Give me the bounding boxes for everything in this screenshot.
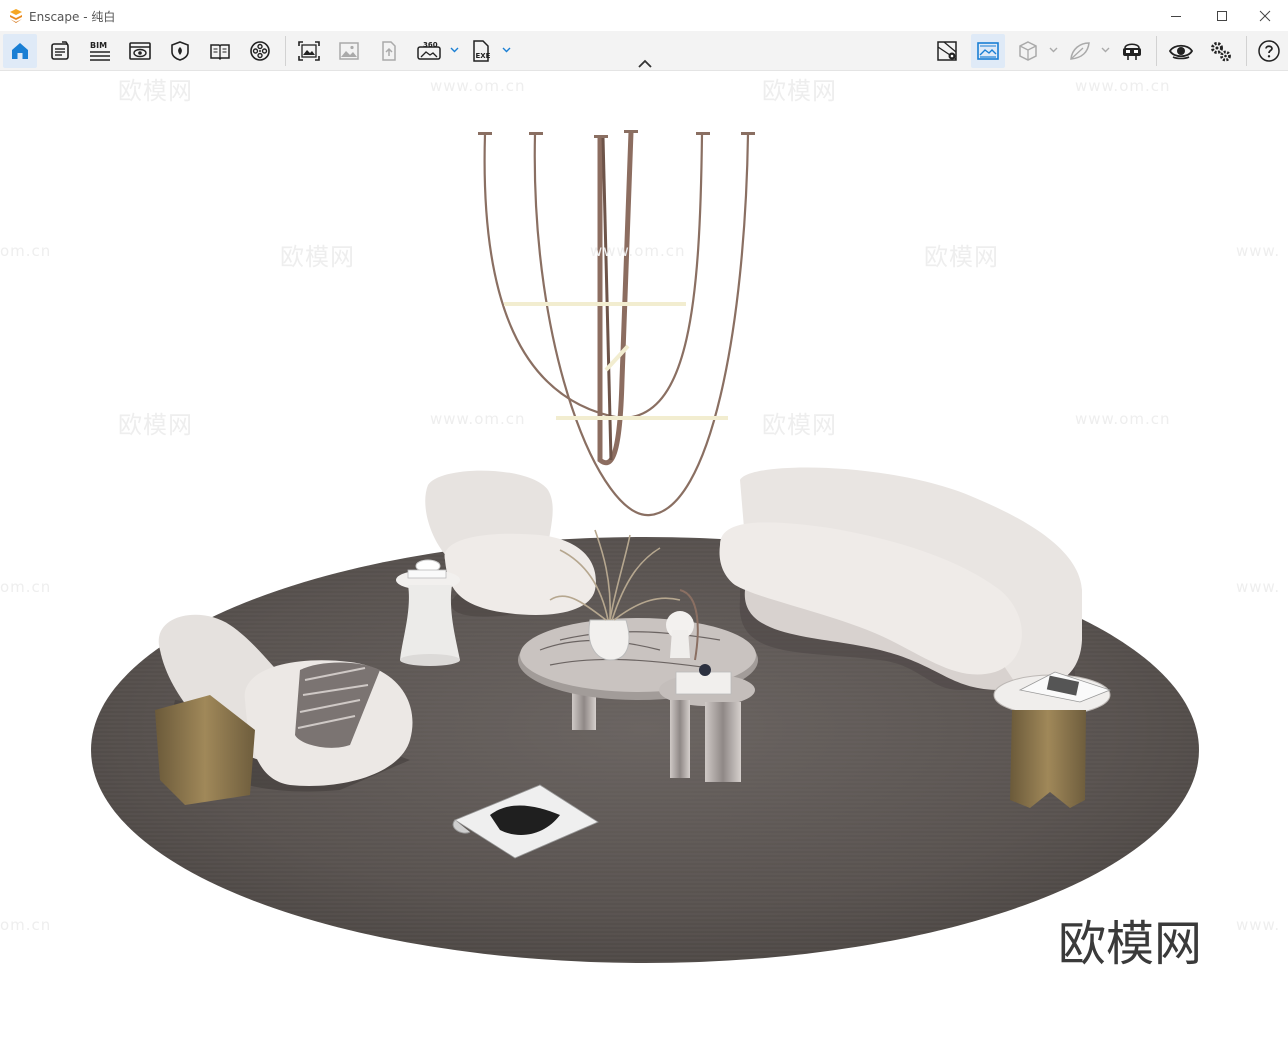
batch-rendering-button[interactable] xyxy=(332,34,366,68)
visual-settings-button[interactable] xyxy=(163,34,197,68)
map-pin-icon xyxy=(937,41,957,61)
title-bar: Enscape - 纯白 xyxy=(0,0,1288,31)
chevron-up-icon xyxy=(638,59,652,68)
render-scene xyxy=(91,130,1199,963)
watermark-url: www. xyxy=(1236,916,1281,934)
watermark-url: www.om.cn xyxy=(1075,77,1171,95)
video-editor-button[interactable] xyxy=(243,34,277,68)
settings-button[interactable] xyxy=(1204,34,1238,68)
file-upload-icon xyxy=(382,41,396,61)
export-button[interactable]: EXE xyxy=(464,34,498,68)
export-dropdown[interactable] xyxy=(501,43,511,57)
book-icon xyxy=(210,44,230,61)
toolbar-separator xyxy=(1246,36,1247,66)
bim-label: BIM xyxy=(90,41,107,50)
screenshot-button[interactable] xyxy=(292,34,326,68)
window-title: Enscape - 纯白 xyxy=(29,8,115,25)
map-button[interactable] xyxy=(931,34,965,68)
watermark-url: www.om.cn xyxy=(430,410,526,428)
title-separator: - xyxy=(79,10,92,24)
eye-window-icon xyxy=(129,42,151,60)
app-name: Enscape xyxy=(29,10,80,24)
capture-cube-button[interactable] xyxy=(1011,34,1045,68)
chevron-down-icon xyxy=(450,47,458,53)
export-exe-icon: EXE xyxy=(473,40,491,62)
watermark-url: om.cn xyxy=(0,916,52,934)
asset-library-icon xyxy=(51,41,69,60)
panorama-button[interactable]: 360 xyxy=(412,34,446,68)
home-button[interactable] xyxy=(3,34,37,68)
toolbar-separator xyxy=(1156,36,1157,66)
watermark-brand: 欧模网 xyxy=(118,411,193,439)
vr-headset-button[interactable] xyxy=(1115,34,1149,68)
watermark-url: om.cn xyxy=(0,578,52,596)
panorama-dropdown[interactable] xyxy=(449,43,459,57)
exe-label: EXE xyxy=(476,52,491,60)
shield-atmosphere-icon xyxy=(171,41,189,61)
close-button[interactable] xyxy=(1242,0,1288,31)
capture-dropdown[interactable] xyxy=(1048,43,1058,57)
cube-icon xyxy=(1019,41,1037,61)
watermark-url: www.om.cn xyxy=(1075,410,1171,428)
document-name: 纯白 xyxy=(91,10,116,24)
watermark-brand: 欧模网 xyxy=(118,77,193,105)
material-editor-button[interactable] xyxy=(203,34,237,68)
chevron-down-icon xyxy=(502,47,510,53)
watermark-url: www. xyxy=(1236,578,1281,596)
eye-icon xyxy=(1168,44,1194,60)
upload-button[interactable] xyxy=(372,34,406,68)
minimize-button[interactable] xyxy=(1153,0,1199,31)
film-reel-icon xyxy=(250,41,270,61)
pano-label: 360 xyxy=(423,41,438,49)
render-viewport[interactable]: 欧模网 www.om.cn 欧模网 www.om.cn om.cn 欧模网 ww… xyxy=(0,71,1288,1040)
screenshot-icon xyxy=(298,41,320,61)
leaf-option-button[interactable] xyxy=(1063,34,1097,68)
help-icon xyxy=(1258,40,1280,62)
watermark-url: www.om.cn xyxy=(590,242,686,260)
watermark-brand: 欧模网 xyxy=(924,243,999,271)
gears-icon xyxy=(1211,42,1231,62)
pendant-light xyxy=(478,130,755,517)
brand-watermark-large: 欧模网 xyxy=(1058,916,1203,972)
vr-headset-icon xyxy=(1123,43,1141,60)
watermark-brand: 欧模网 xyxy=(762,77,837,105)
sync-view-button[interactable] xyxy=(971,34,1005,68)
image-icon xyxy=(339,42,359,60)
chevron-down-icon xyxy=(1049,47,1057,53)
chevron-down-icon xyxy=(1101,47,1109,53)
watermark-url: www. xyxy=(1236,242,1281,260)
asset-library-button[interactable] xyxy=(43,34,77,68)
home-icon xyxy=(12,43,28,59)
bim-icon: BIM xyxy=(90,41,110,61)
landscape-image-icon xyxy=(977,42,999,60)
watermark-brand: 欧模网 xyxy=(762,411,837,439)
enscape-logo-icon xyxy=(8,8,24,24)
collapse-toolbar-button[interactable] xyxy=(636,57,654,71)
toolbar-separator xyxy=(285,36,286,66)
visibility-button[interactable] xyxy=(1164,34,1198,68)
maximize-button[interactable] xyxy=(1199,0,1245,31)
panorama-360-icon: 360 xyxy=(417,41,441,60)
watermark-brand: 欧模网 xyxy=(280,243,355,271)
help-button[interactable] xyxy=(1252,34,1286,68)
views-button[interactable] xyxy=(123,34,157,68)
bim-mode-button[interactable]: BIM xyxy=(83,34,117,68)
leaf-icon xyxy=(1070,42,1090,60)
watermark-url: www.om.cn xyxy=(430,77,526,95)
watermark-url: om.cn xyxy=(0,242,52,260)
leaf-dropdown[interactable] xyxy=(1100,43,1110,57)
